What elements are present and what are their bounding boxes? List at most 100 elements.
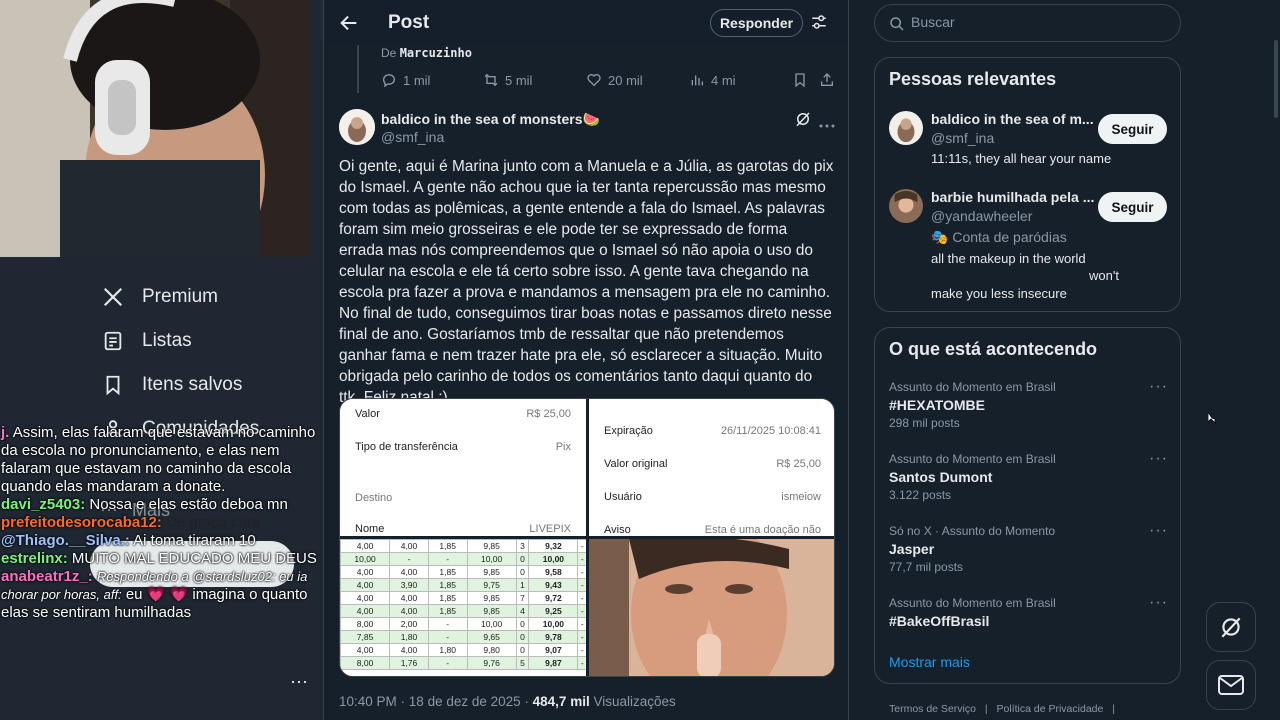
trends-panel: O que está acontecendo Assunto do Moment… [874, 327, 1181, 684]
table-cell: 9,85 [466, 565, 517, 579]
filter-icon[interactable] [810, 13, 830, 33]
avatar[interactable] [889, 111, 923, 145]
person-bio: make you less insecure [931, 286, 1067, 301]
bookmark-icon [100, 372, 126, 398]
post-column: Post Responder De Marcuzinho 1 mil 5 mil… [323, 0, 849, 720]
reply-action[interactable]: 1 mil [381, 72, 430, 88]
nav-item-lists[interactable]: Listas [100, 319, 320, 363]
table-cell: 9,43 [528, 578, 579, 592]
reply-button[interactable]: Responder [710, 9, 803, 37]
table-cell: 4,00 [389, 604, 429, 618]
mouse-cursor [1207, 410, 1216, 429]
table-row: 4,00 3,90 1,85 9,75 1 9,43- [340, 578, 587, 592]
panel-title: Pessoas relevantes [889, 69, 1057, 89]
nav-item-label: Listas [142, 330, 192, 351]
table-cell: 1 [515, 578, 530, 592]
more-icon[interactable]: ··· [1149, 594, 1168, 612]
trend-item[interactable]: Assunto do Momento em Brasil Santos Dumo… [889, 450, 1174, 502]
messages-button[interactable] [1206, 660, 1256, 710]
grok-button[interactable] [1206, 602, 1256, 652]
table-cell: 7 [515, 591, 530, 605]
thread-line [357, 45, 359, 93]
show-more-link[interactable]: Mostrar mais [889, 654, 970, 670]
bar-chart-icon [691, 75, 703, 86]
follow-button[interactable]: Seguir [1098, 114, 1167, 144]
more-icon[interactable] [819, 116, 835, 134]
table-cell: 1,85 [427, 539, 468, 553]
left-column: Premium Listas Itens salvos Comunidades … [0, 0, 323, 720]
author-handle[interactable]: @smf_ina [381, 129, 444, 145]
table-cell: 9,65 [466, 630, 517, 644]
table-cell: 10,00 [340, 552, 391, 566]
table-cell: 1,85 [427, 565, 468, 579]
table-cell: 0 [515, 552, 530, 566]
grok-icon[interactable] [794, 110, 812, 133]
avatar[interactable] [889, 189, 923, 223]
post-text: Oi gente, aqui é Marina junto com a Manu… [339, 158, 834, 406]
back-arrow-icon[interactable] [338, 12, 360, 34]
table-cell: 9,78 [528, 630, 579, 644]
table-cell: 9,75 [466, 578, 517, 592]
table-cell: 9,72 [528, 591, 579, 605]
scrollbar[interactable] [1272, 0, 1280, 720]
table-cell: 3,90 [389, 578, 429, 592]
table-cell: 10,00 [528, 617, 579, 631]
table-cell: 1,85 [427, 578, 468, 592]
search-box[interactable] [874, 4, 1181, 42]
terms-link[interactable]: Termos de Serviço [889, 703, 976, 715]
chat-message: davi_z5403: Nossa e elas estão deboa mn [1, 496, 288, 513]
chat-message: anabeatr1z_: Respondendo a @stardsluz02:… [1, 568, 308, 621]
table-cell: - [427, 617, 468, 631]
table-cell: 8,00 [340, 656, 391, 670]
table-cell: 9,85 [466, 539, 517, 553]
list-icon [100, 328, 126, 354]
table-cell: 1,76 [389, 656, 429, 670]
scrollbar-thumb[interactable] [1274, 40, 1278, 118]
author-name[interactable]: baldico in the sea of monsters🍉 [381, 111, 600, 128]
repost-action[interactable]: 5 mil [483, 72, 532, 88]
panel-title: O que está acontecendo [889, 339, 1098, 359]
table-row: 4,00 4,00 1,80 9,80 0 9,07- [340, 643, 587, 657]
search-input[interactable] [911, 14, 1161, 30]
avatar[interactable] [339, 109, 375, 145]
person-bio: won't [1089, 268, 1119, 283]
footer-separator: | [1112, 703, 1115, 715]
table-cell: - [427, 630, 468, 644]
follow-button[interactable]: Seguir [1098, 192, 1167, 222]
table-cell: 4,00 [340, 578, 391, 592]
privacy-link[interactable]: Política de Privacidade [997, 703, 1104, 715]
trend-item[interactable]: Assunto do Momento em Brasil #HEXATOMBE … [889, 378, 1174, 430]
bookmark-icon[interactable] [792, 72, 814, 88]
table-cell: 9,25 [528, 604, 579, 618]
table-cell: - [427, 552, 468, 566]
person-bio: all the makeup in the world [931, 251, 1086, 266]
views-action[interactable]: 4 mi [689, 72, 736, 88]
nav-item-bookmarks[interactable]: Itens salvos [100, 363, 320, 407]
post-media[interactable]: Valor R$ 25,00 Tipo de transferência Pix D… [339, 398, 835, 677]
person-handle: @yandawheeler [931, 208, 1033, 224]
more-icon[interactable]: ··· [1149, 378, 1168, 396]
mail-icon [1218, 675, 1244, 695]
nav-item-premium[interactable]: Premium [100, 275, 320, 319]
table-cell: 4,00 [340, 604, 391, 618]
more-icon[interactable]: ⋯ [290, 672, 308, 693]
table-cell: 4,00 [389, 591, 429, 605]
person-name[interactable]: baldico in the sea of m... [931, 111, 1094, 127]
share-icon[interactable] [819, 72, 841, 88]
more-icon[interactable]: ··· [1149, 450, 1168, 468]
trend-item[interactable]: Só no X · Assunto do Momento Jasper 77,7… [889, 522, 1174, 574]
x-logo-icon [100, 284, 126, 310]
trend-item[interactable]: Assunto do Momento em Brasil #BakeOffBra… [889, 594, 1174, 629]
search-icon [889, 16, 905, 37]
reply-icon [382, 74, 395, 88]
grok-icon [1221, 617, 1241, 638]
more-icon[interactable]: ··· [1149, 522, 1168, 540]
parody-badge: 🎭 Conta de paródias [931, 229, 1067, 245]
person-name[interactable]: barbie humilhada pela ... [931, 189, 1094, 205]
pix-receipt-image: Valor R$ 25,00 Tipo de transferência Pix D… [340, 399, 586, 537]
table-cell: 4 [515, 604, 530, 618]
table-cell: 9,58 [528, 565, 579, 579]
table-row: 8,00 1,76-9,76 5 9,87- [340, 656, 587, 670]
table-cell: 9,76 [466, 656, 517, 670]
like-action[interactable]: 20 mil [586, 72, 643, 88]
